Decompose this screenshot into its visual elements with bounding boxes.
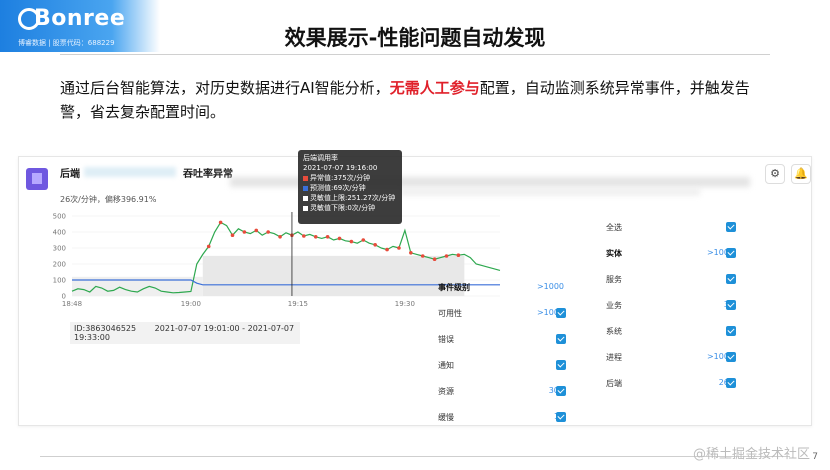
filter-label: 系统 xyxy=(606,327,622,336)
checkbox[interactable] xyxy=(556,334,566,344)
filter-count: >1000 xyxy=(536,282,564,291)
footer-divider xyxy=(40,456,790,457)
redacted-name xyxy=(84,167,176,177)
predicted-swatch xyxy=(303,185,308,191)
anomaly-point xyxy=(349,239,354,244)
tooltip-time: 2021-07-07 19:16:00 xyxy=(303,164,378,172)
filter-label: 实体 xyxy=(606,249,622,258)
filter-row[interactable]: 服务9 xyxy=(606,274,738,288)
intro-text: 通过后台智能算法，对历史数据进行AI智能分析，无需人工参与配置，自动监测系统异常… xyxy=(60,76,750,124)
checkbox[interactable] xyxy=(726,300,736,310)
filter-label: 事件级别 xyxy=(438,283,470,292)
y-tick-label: 300 xyxy=(53,245,66,253)
anomaly-point xyxy=(385,247,389,252)
tooltip-predicted: 预测值:69次/分钟 xyxy=(310,184,366,192)
bell-icon[interactable]: 🔔 xyxy=(791,164,811,184)
y-tick-label: 100 xyxy=(53,277,66,285)
filter-row[interactable]: 业务35 xyxy=(606,300,738,314)
anomaly-point xyxy=(206,244,211,249)
tooltip-upper: 灵敏值上限:251.27次/分钟 xyxy=(310,194,396,202)
checkbox[interactable] xyxy=(726,326,736,336)
checkbox[interactable] xyxy=(726,352,736,362)
page-number: 7 xyxy=(812,452,818,462)
anomaly-point xyxy=(373,243,377,247)
anomaly-point xyxy=(397,246,401,250)
intro-highlight: 无需人工参与 xyxy=(389,79,480,97)
anomaly-point xyxy=(254,228,259,233)
tooltip-title: 后端调用率 xyxy=(303,154,338,162)
event-id: ID:3863046525 xyxy=(74,324,137,333)
filter-row[interactable]: 资源304 xyxy=(438,386,568,400)
y-tick-label: 500 xyxy=(53,213,66,221)
cube-icon xyxy=(26,168,48,190)
filter-row[interactable]: 缓慢10 xyxy=(438,412,568,426)
anomaly-point xyxy=(456,253,461,257)
filter-row[interactable]: 后端264 xyxy=(606,378,738,392)
checkbox[interactable] xyxy=(556,360,566,370)
anomaly-point xyxy=(420,254,425,258)
event-name-suffix[interactable]: 吞吐率异常 xyxy=(183,165,233,180)
checkbox[interactable] xyxy=(556,412,566,422)
event-meta: ID:3863046525 2021-07-07 19:01:00 - 2021… xyxy=(70,322,300,344)
event-name-prefix[interactable]: 后端 xyxy=(60,165,80,180)
filter-row[interactable]: 可用性 >1000 xyxy=(438,308,568,322)
filter-header[interactable]: 实体 >1000 xyxy=(606,248,738,262)
filter-row[interactable]: 进程 >1000 xyxy=(606,352,738,366)
filter-label: 进程 xyxy=(606,353,622,362)
filter-label: 通知 xyxy=(438,361,454,370)
checkbox[interactable] xyxy=(556,308,566,318)
filter-row[interactable]: 系统2 xyxy=(606,326,738,340)
chart-tooltip: 后端调用率 2021-07-07 19:16:00 异常值:375次/分钟 预测… xyxy=(298,150,402,224)
filter-row[interactable]: 错误1 xyxy=(438,334,568,348)
checkbox[interactable] xyxy=(726,274,736,284)
y-tick-label: 200 xyxy=(53,261,66,269)
anomaly-point xyxy=(242,230,247,234)
gear-icon[interactable]: ⚙ xyxy=(765,164,785,184)
x-tick-label: 19:15 xyxy=(288,300,308,308)
filter-label: 业务 xyxy=(606,301,622,310)
x-tick-label: 19:00 xyxy=(181,300,201,308)
anomaly-point xyxy=(313,235,318,239)
checkbox[interactable] xyxy=(726,378,736,388)
anomaly-point xyxy=(266,230,270,234)
anomaly-point xyxy=(337,236,342,241)
anomaly-point xyxy=(409,251,413,255)
select-all-row[interactable]: 全选 xyxy=(606,222,738,236)
anomaly-point xyxy=(361,238,366,242)
anomaly-point xyxy=(325,235,330,239)
anomaly-point xyxy=(218,220,223,225)
watermark: @稀土掘金技术社区 xyxy=(692,447,810,462)
slide-title: 效果展示-性能问题自动发现 xyxy=(284,26,546,50)
checkbox[interactable] xyxy=(556,386,566,396)
filter-label: 后端 xyxy=(606,379,622,388)
checkbox[interactable] xyxy=(726,222,736,232)
filter-label: 服务 xyxy=(606,275,622,284)
tooltip-anomaly: 异常值:375次/分钟 xyxy=(310,174,371,182)
redacted-line xyxy=(400,189,700,195)
upper-swatch xyxy=(303,195,308,201)
filter-label: 错误 xyxy=(438,335,454,344)
anomaly-point xyxy=(432,257,437,261)
x-tick-label: 19:30 xyxy=(395,300,415,308)
filter-label: 缓慢 xyxy=(438,413,454,422)
intro-before: 通过后台智能算法，对历史数据进行AI智能分析， xyxy=(60,79,390,97)
anomaly-point xyxy=(444,254,449,258)
filter-label: 全选 xyxy=(606,223,622,232)
checkbox[interactable] xyxy=(726,248,736,258)
lower-swatch xyxy=(303,205,308,211)
title-divider xyxy=(60,54,770,55)
event-summary: 26次/分钟，偏移396.91% xyxy=(60,195,157,204)
filter-row[interactable]: 通知0 xyxy=(438,360,568,374)
anomaly-point xyxy=(302,234,306,238)
filter-label: 可用性 xyxy=(438,309,462,318)
x-tick-label: 18:48 xyxy=(62,300,82,308)
anomaly-point xyxy=(278,235,282,239)
filter-label: 资源 xyxy=(438,387,454,396)
tooltip-lower: 灵敏值下限:0次/分钟 xyxy=(310,204,376,212)
anomaly-swatch xyxy=(303,175,308,181)
y-tick-label: 400 xyxy=(53,229,66,237)
sensitivity-band xyxy=(202,255,465,296)
anomaly-point xyxy=(230,233,235,237)
filter-header[interactable]: 事件级别 >1000 xyxy=(438,282,568,296)
